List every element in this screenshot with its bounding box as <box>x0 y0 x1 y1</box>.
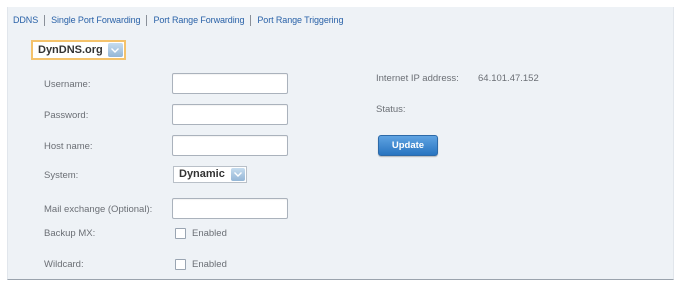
ddns-provider-value: DynDNS.org <box>38 44 103 56</box>
username-label: Username: <box>44 79 91 90</box>
ddns-provider-select[interactable]: DynDNS.org <box>31 40 126 60</box>
tab-port-range-triggering[interactable]: Port Range Triggering <box>257 15 343 25</box>
internet-ip-value: 64.101.47.152 <box>478 73 539 84</box>
wildcard-label: Wildcard: <box>44 259 84 270</box>
backup-mx-checkbox[interactable]: Enabled <box>175 228 227 239</box>
system-value: Dynamic <box>179 168 225 180</box>
tab-ddns[interactable]: DDNS <box>13 15 38 25</box>
tab-port-range-forwarding[interactable]: Port Range Forwarding <box>153 15 244 25</box>
password-label: Password: <box>44 110 89 121</box>
internet-ip-label: Internet IP address: <box>376 73 459 84</box>
status-label: Status: <box>376 104 406 115</box>
hostname-field[interactable] <box>172 135 288 156</box>
update-button[interactable]: Update <box>378 135 438 156</box>
wildcard-enabled-label: Enabled <box>192 259 227 270</box>
system-select[interactable]: Dynamic <box>173 166 247 183</box>
tab-divider <box>44 14 46 26</box>
checkbox-icon[interactable] <box>175 259 186 270</box>
wildcard-checkbox[interactable]: Enabled <box>175 259 227 270</box>
username-field[interactable] <box>172 73 288 94</box>
tab-divider <box>146 14 148 26</box>
checkbox-icon[interactable] <box>175 228 186 239</box>
backup-mx-label: Backup MX: <box>44 228 96 239</box>
backup-mx-enabled-label: Enabled <box>192 228 227 239</box>
system-label: System: <box>44 170 79 181</box>
mail-exchange-field[interactable] <box>172 198 288 219</box>
tab-divider <box>250 14 252 26</box>
tab-bar: DDNS Single Port Forwarding Port Range F… <box>13 14 343 26</box>
hostname-label: Host name: <box>44 141 93 152</box>
mail-exchange-label: Mail exchange (Optional): <box>44 204 153 215</box>
password-field[interactable] <box>172 104 288 125</box>
chevron-down-icon[interactable] <box>230 168 245 181</box>
chevron-down-icon[interactable] <box>107 43 123 57</box>
tab-single-port-forwarding[interactable]: Single Port Forwarding <box>51 15 140 25</box>
